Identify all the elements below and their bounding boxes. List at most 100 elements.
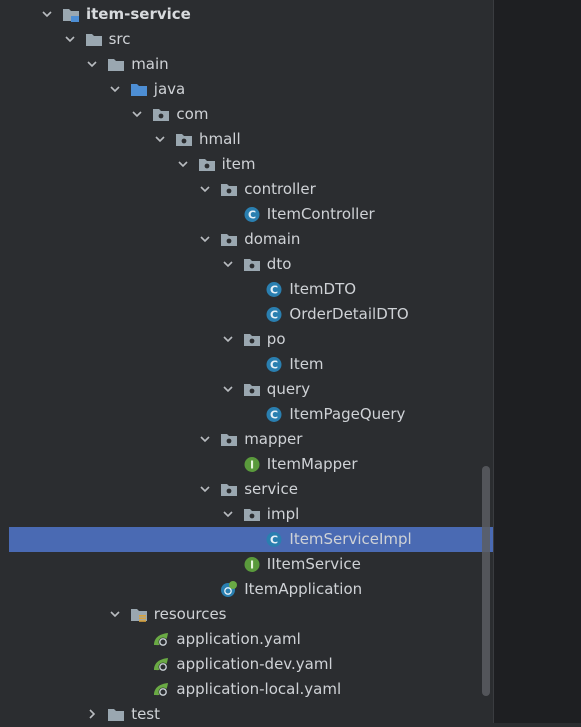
package-icon bbox=[220, 481, 238, 498]
tree-node-item[interactable]: C Item bbox=[0, 352, 493, 377]
tree-node-label: ItemMapper bbox=[266, 455, 358, 473]
tree-node-label: application-dev.yaml bbox=[176, 655, 333, 673]
chevron-right-icon[interactable] bbox=[85, 707, 99, 721]
class-icon: C bbox=[265, 531, 283, 548]
resources-folder-icon bbox=[130, 606, 148, 623]
spring-app-icon bbox=[220, 581, 238, 598]
tree-node-label: application-local.yaml bbox=[176, 680, 342, 698]
tree-node-itemcontroller[interactable]: C ItemController bbox=[0, 202, 493, 227]
tree-node-item-service[interactable]: item-service bbox=[0, 2, 493, 27]
tree-node-label: OrderDetailDTO bbox=[289, 305, 409, 323]
tree-node-label: po bbox=[266, 330, 286, 348]
chevron-down-icon[interactable] bbox=[221, 382, 235, 396]
tree-node-label: item-service bbox=[86, 5, 191, 23]
tree-node-service[interactable]: service bbox=[0, 477, 493, 502]
chevron-down-icon[interactable] bbox=[221, 507, 235, 521]
chevron-down-icon[interactable] bbox=[198, 232, 212, 246]
tree-node-itemmapper[interactable]: I ItemMapper bbox=[0, 452, 493, 477]
tree-node-orderdetaildto[interactable]: C OrderDetailDTO bbox=[0, 302, 493, 327]
tree-node-impl[interactable]: impl bbox=[0, 502, 493, 527]
class-icon: C bbox=[265, 281, 283, 298]
tree-node-itemserviceimpl[interactable]: C ItemServiceImpl bbox=[9, 527, 493, 552]
tree-node-label: dto bbox=[266, 255, 292, 273]
interface-icon: I bbox=[243, 556, 261, 573]
tree-node-query[interactable]: query bbox=[0, 377, 493, 402]
tree-node-application-yaml[interactable]: application.yaml bbox=[0, 627, 493, 652]
package-icon bbox=[152, 106, 170, 123]
interface-icon: I bbox=[243, 456, 261, 473]
tree-node-itemdto[interactable]: C ItemDTO bbox=[0, 277, 493, 302]
package-icon bbox=[243, 381, 261, 398]
tree-node-itemapplication[interactable]: ItemApplication bbox=[0, 577, 493, 602]
tree-node-java[interactable]: java bbox=[0, 77, 493, 102]
tree-node-com[interactable]: com bbox=[0, 102, 493, 127]
tree-node-label: src bbox=[108, 30, 131, 48]
class-icon: C bbox=[243, 206, 261, 223]
tree-node-domain[interactable]: domain bbox=[0, 227, 493, 252]
tree-node-label: Item bbox=[289, 355, 324, 373]
spring-config-icon bbox=[152, 656, 170, 673]
chevron-down-icon[interactable] bbox=[130, 107, 144, 121]
svg-text:C: C bbox=[270, 534, 278, 547]
chevron-down-icon[interactable] bbox=[221, 257, 235, 271]
tree-scrollbar[interactable] bbox=[482, 466, 490, 696]
tree-node-main[interactable]: main bbox=[0, 52, 493, 77]
tree-node-label: query bbox=[266, 380, 311, 398]
chevron-down-icon[interactable] bbox=[198, 182, 212, 196]
chevron-down-icon[interactable] bbox=[40, 7, 54, 21]
folder-icon bbox=[85, 31, 103, 48]
tree-node-controller[interactable]: controller bbox=[0, 177, 493, 202]
editor-area[interactable] bbox=[493, 0, 581, 723]
folder-icon bbox=[107, 56, 125, 73]
tree-node-label: impl bbox=[266, 505, 300, 523]
tree-node-resources[interactable]: resources bbox=[0, 602, 493, 627]
tree-node-label: ItemApplication bbox=[244, 580, 363, 598]
tree-node-label: main bbox=[131, 55, 169, 73]
package-icon bbox=[243, 331, 261, 348]
tree-node-dto[interactable]: dto bbox=[0, 252, 493, 277]
package-icon bbox=[243, 506, 261, 523]
tree-node-label: controller bbox=[244, 180, 316, 198]
tree-node-test[interactable]: test bbox=[0, 702, 493, 727]
svg-text:C: C bbox=[270, 359, 278, 372]
tree-node-label: item bbox=[221, 155, 256, 173]
package-icon bbox=[175, 131, 193, 148]
tree-node-mapper[interactable]: mapper bbox=[0, 427, 493, 452]
chevron-down-icon[interactable] bbox=[221, 332, 235, 346]
module-folder-icon bbox=[62, 6, 80, 23]
chevron-down-icon[interactable] bbox=[198, 482, 212, 496]
chevron-down-icon[interactable] bbox=[108, 82, 122, 96]
chevron-down-icon[interactable] bbox=[153, 132, 167, 146]
folder-icon bbox=[107, 706, 125, 723]
svg-text:I: I bbox=[250, 559, 254, 572]
tree-node-iitemservice[interactable]: I IItemService bbox=[0, 552, 493, 577]
tree-node-label: IItemService bbox=[266, 555, 361, 573]
tree-node-application-local-yaml[interactable]: application-local.yaml bbox=[0, 677, 493, 702]
tree-node-hmall[interactable]: hmall bbox=[0, 127, 493, 152]
package-icon bbox=[220, 231, 238, 248]
project-tree: item-service src main java com hmall item contr… bbox=[0, 0, 493, 723]
spring-config-icon bbox=[152, 681, 170, 698]
package-icon bbox=[243, 256, 261, 273]
chevron-down-icon[interactable] bbox=[63, 32, 77, 46]
tree-node-po[interactable]: po bbox=[0, 327, 493, 352]
tree-node-label: ItemDTO bbox=[289, 280, 357, 298]
tree-node-application-dev-yaml[interactable]: application-dev.yaml bbox=[0, 652, 493, 677]
chevron-down-icon[interactable] bbox=[108, 607, 122, 621]
tree-node-label: ItemController bbox=[266, 205, 375, 223]
tree-node-label: test bbox=[131, 705, 160, 723]
tree-node-itempagequery[interactable]: C ItemPageQuery bbox=[0, 402, 493, 427]
class-icon: C bbox=[265, 306, 283, 323]
svg-text:C: C bbox=[270, 309, 278, 322]
tree-node-src[interactable]: src bbox=[0, 27, 493, 52]
svg-text:C: C bbox=[270, 409, 278, 422]
chevron-down-icon[interactable] bbox=[198, 432, 212, 446]
svg-text:C: C bbox=[270, 284, 278, 297]
tree-node-label: ItemPageQuery bbox=[289, 405, 406, 423]
tree-node-item[interactable]: item bbox=[0, 152, 493, 177]
tree-node-label: com bbox=[176, 105, 209, 123]
class-icon: C bbox=[265, 406, 283, 423]
package-icon bbox=[198, 156, 216, 173]
chevron-down-icon[interactable] bbox=[85, 57, 99, 71]
chevron-down-icon[interactable] bbox=[176, 157, 190, 171]
